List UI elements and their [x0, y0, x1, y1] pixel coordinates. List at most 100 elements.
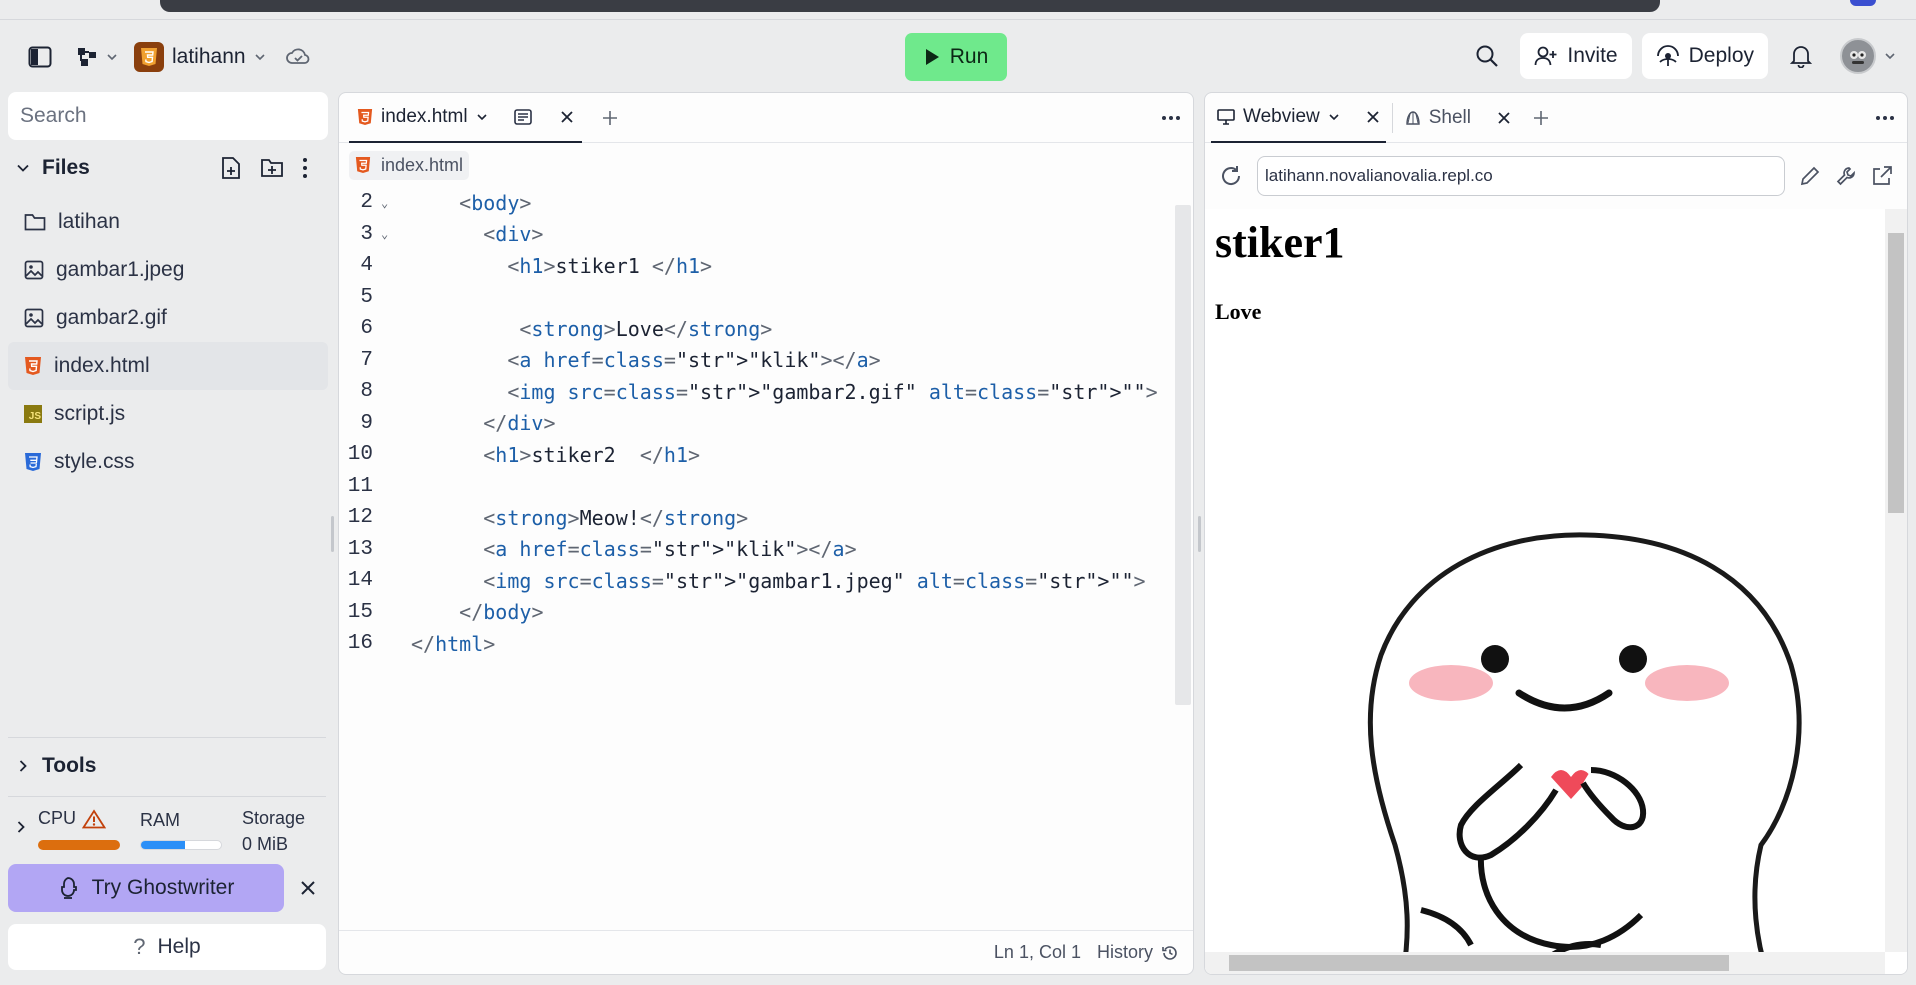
search-icon[interactable] [1464, 33, 1510, 79]
code-line[interactable]: 6 <strong>Love</strong> [339, 313, 1173, 345]
file-item-latihan[interactable]: latihan [8, 198, 328, 246]
wrench-icon[interactable] [1835, 165, 1857, 187]
line-number: 12 [347, 506, 373, 530]
file-item-script-js[interactable]: JS script.js [8, 390, 328, 438]
new-file-icon[interactable] [220, 156, 242, 180]
code-line[interactable]: 7 <a href=class="str">"klik"></a> [339, 345, 1173, 377]
code-text: <div> [483, 222, 544, 247]
code-line[interactable]: 13 <a href=class="str">"klik"></a> [339, 534, 1173, 566]
search-input[interactable]: Search [8, 92, 328, 140]
close-icon[interactable] [1366, 110, 1380, 124]
code-line[interactable]: 15 </body> [339, 597, 1173, 629]
resize-handle[interactable] [1198, 516, 1201, 552]
code-text: </body> [459, 600, 544, 625]
fold-chevron-icon[interactable]: ⌄ [381, 227, 393, 241]
file-item-index-html[interactable]: index.html [8, 342, 328, 390]
more-horizontal-icon[interactable] [1875, 115, 1895, 121]
file-name: latihan [58, 210, 120, 233]
webview-vertical-scrollbar[interactable] [1885, 209, 1907, 952]
avatar [1840, 38, 1876, 74]
tools-section-header[interactable]: Tools [8, 740, 326, 792]
fold-chevron-icon[interactable]: ⌄ [381, 196, 393, 210]
file-item-gambar2[interactable]: gambar2.gif [8, 294, 328, 342]
scroll-thumb[interactable] [1888, 233, 1904, 513]
sidebar-divider [8, 737, 326, 738]
webview-horizontal-scrollbar[interactable] [1205, 952, 1885, 974]
warning-icon [82, 808, 107, 828]
add-user-icon [1535, 46, 1557, 66]
tools-title: Tools [42, 754, 97, 777]
play-icon [925, 49, 939, 65]
editor-pane: index.html index.html 2 ⌄ <body> 3 ⌄ <div> 4… [338, 92, 1194, 975]
cloud-check-icon[interactable] [285, 47, 310, 67]
close-icon[interactable] [560, 110, 574, 124]
more-horizontal-icon[interactable] [1161, 115, 1181, 121]
tab-index-html[interactable]: index.html [349, 93, 582, 143]
code-text: <a href=class="str">"klik"></a> [507, 348, 881, 373]
chevron-down-icon [1329, 113, 1339, 120]
preview-pane: Webview Shell latihann.novalianovalia.re… [1204, 92, 1908, 975]
edit-icon[interactable] [1799, 165, 1821, 187]
deploy-button[interactable]: Deploy [1641, 33, 1768, 79]
deploy-icon [1656, 45, 1679, 66]
webview-content[interactable]: stiker1 Love [1205, 209, 1907, 974]
line-number: 13 [347, 537, 373, 561]
code-line[interactable]: 11 [339, 471, 1173, 503]
code-line[interactable]: 9 </div> [339, 408, 1173, 440]
resize-handle[interactable] [331, 516, 334, 552]
files-section-header[interactable]: Files [8, 140, 328, 196]
bell-icon[interactable] [1778, 33, 1824, 79]
add-tab-icon[interactable] [602, 110, 618, 126]
line-number: 11 [347, 474, 373, 498]
invite-button[interactable]: Invite [1520, 33, 1632, 79]
code-line[interactable]: 3 ⌄ <div> [339, 219, 1173, 251]
code-line[interactable]: 16 </html> [339, 628, 1173, 660]
help-button[interactable]: ? Help [8, 924, 326, 970]
code-line[interactable]: 10 <h1>stiker2 </h1> [339, 439, 1173, 471]
sidebar-toggle-icon[interactable] [22, 39, 58, 75]
resource-usage[interactable]: CPU RAM Storage 0 MiB [8, 800, 326, 858]
help-icon: ? [133, 934, 146, 959]
ram-bar [140, 840, 222, 850]
preview-tabbar: Webview Shell [1205, 93, 1907, 143]
user-menu[interactable] [1840, 38, 1896, 74]
code-text: <a href=class="str">"klik"></a> [483, 537, 857, 562]
file-item-gambar1[interactable]: gambar1.jpeg [8, 246, 328, 294]
code-editor[interactable]: 2 ⌄ <body> 3 ⌄ <div> 4 <h1>stiker1 </h1> 5 6 <… [339, 187, 1173, 660]
breadcrumb-item[interactable]: index.html [349, 150, 470, 180]
file-name: gambar1.jpeg [56, 258, 185, 281]
refresh-icon[interactable] [1219, 164, 1243, 188]
code-line[interactable]: 14 <img src=class="str">"gambar1.jpeg" a… [339, 565, 1173, 597]
close-icon[interactable] [1497, 111, 1511, 125]
js-icon: JS [24, 405, 42, 423]
sticker-image [1367, 532, 1802, 974]
code-text: <body> [459, 190, 532, 215]
tab-webview[interactable]: Webview [1211, 93, 1386, 143]
project-menu[interactable]: latihann [134, 41, 266, 72]
try-ghostwriter-button[interactable]: Try Ghostwriter [8, 864, 284, 912]
new-folder-icon[interactable] [260, 157, 284, 179]
chevron-down-icon [477, 113, 487, 120]
add-tab-icon[interactable] [1533, 110, 1549, 126]
editor-scrollbar[interactable] [1175, 205, 1191, 705]
external-link-icon[interactable] [1871, 165, 1893, 187]
scroll-thumb[interactable] [1229, 955, 1729, 971]
file-item-style-css[interactable]: style.css [8, 438, 328, 486]
image-icon [24, 308, 44, 328]
project-tree-menu[interactable] [76, 46, 118, 68]
code-line[interactable]: 4 <h1>stiker1 </h1> [339, 250, 1173, 282]
code-line[interactable]: 8 <img src=class="str">"gambar2.gif" alt… [339, 376, 1173, 408]
code-text: </html> [411, 631, 496, 656]
html-icon [25, 357, 41, 375]
code-line[interactable]: 5 [339, 282, 1173, 314]
code-line[interactable]: 2 ⌄ <body> [339, 187, 1173, 219]
more-vertical-icon[interactable] [302, 157, 308, 179]
history-button[interactable]: History [1097, 942, 1179, 963]
file-outline-icon[interactable] [513, 108, 532, 125]
tab-shell[interactable]: Shell [1399, 93, 1517, 143]
run-button[interactable]: Run [905, 33, 1007, 81]
cursor-position: Ln 1, Col 1 [993, 942, 1081, 962]
url-bar[interactable]: latihann.novalianovalia.repl.co [1257, 156, 1785, 196]
close-icon[interactable] [296, 876, 320, 900]
code-line[interactable]: 12 <strong>Meow!</strong> [339, 502, 1173, 534]
